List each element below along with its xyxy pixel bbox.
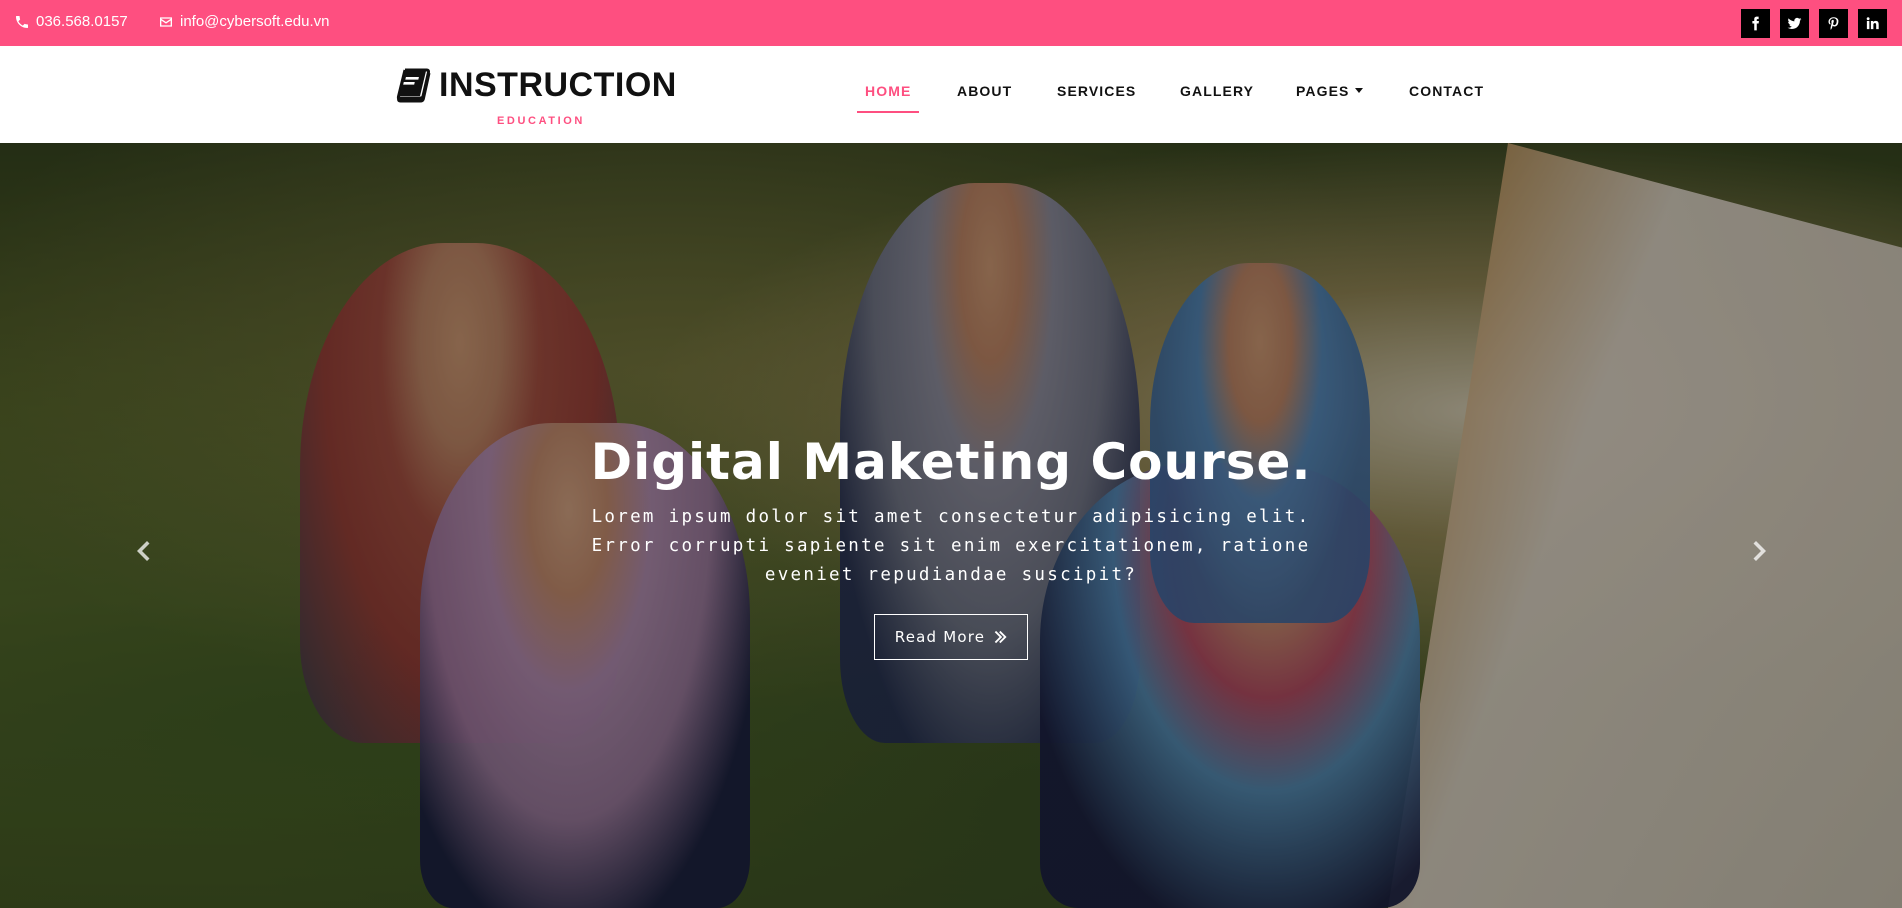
logo-subtitle: EDUCATION [497, 115, 585, 127]
logo[interactable]: INSTRUCTION [395, 66, 677, 105]
twitter-link[interactable] [1780, 9, 1809, 38]
caret-down-icon [1355, 88, 1364, 93]
read-more-button[interactable]: Read More [874, 614, 1028, 660]
nav-item-pages[interactable]: PAGES [1296, 83, 1364, 99]
nav-item-about[interactable]: ABOUT [957, 83, 1012, 99]
nav-item-gallery[interactable]: GALLERY [1180, 83, 1254, 99]
pinterest-link[interactable] [1819, 9, 1848, 38]
email-contact[interactable]: info@cybersoft.edu.vn [158, 13, 329, 30]
phone-icon [16, 15, 28, 28]
active-nav-indicator [857, 111, 919, 113]
linkedin-link[interactable] [1858, 9, 1887, 38]
nav-item-home[interactable]: HOME [865, 83, 911, 99]
phone-contact[interactable]: 036.568.0157 [14, 13, 128, 30]
nav-item-contact[interactable]: CONTACT [1409, 83, 1484, 99]
pinterest-icon [1828, 17, 1839, 30]
envelope-icon [160, 16, 172, 27]
facebook-icon [1752, 16, 1759, 31]
hero-slider: Digital Maketing Course. Lorem ipsum dol… [0, 143, 1902, 908]
linkedin-icon [1866, 17, 1879, 30]
topbar: 036.568.0157 info@cybersoft.edu.vn [0, 0, 1902, 46]
nav-item-services[interactable]: SERVICES [1057, 83, 1136, 99]
logo-title: INSTRUCTION [439, 66, 677, 104]
read-more-label: Read More [894, 628, 986, 646]
nav-item-pages-label: PAGES [1296, 83, 1350, 99]
phone-number: 036.568.0157 [36, 13, 128, 30]
chevron-right-icon [1753, 541, 1766, 561]
carousel-prev-button[interactable] [131, 533, 155, 569]
chevron-left-icon [137, 541, 150, 561]
email-address: info@cybersoft.edu.vn [180, 13, 330, 30]
hero-description: Lorem ipsum dolor sit amet consectetur a… [591, 507, 1311, 585]
site-header: INSTRUCTION EDUCATION HOME ABOUT SERVICE… [0, 46, 1902, 143]
hero-title: Digital Maketing Course. [590, 433, 1312, 491]
facebook-link[interactable] [1741, 9, 1770, 38]
twitter-icon [1787, 17, 1802, 29]
book-icon [396, 68, 431, 102]
double-chevron-right-icon [994, 630, 1007, 644]
carousel-next-button[interactable] [1748, 533, 1772, 569]
